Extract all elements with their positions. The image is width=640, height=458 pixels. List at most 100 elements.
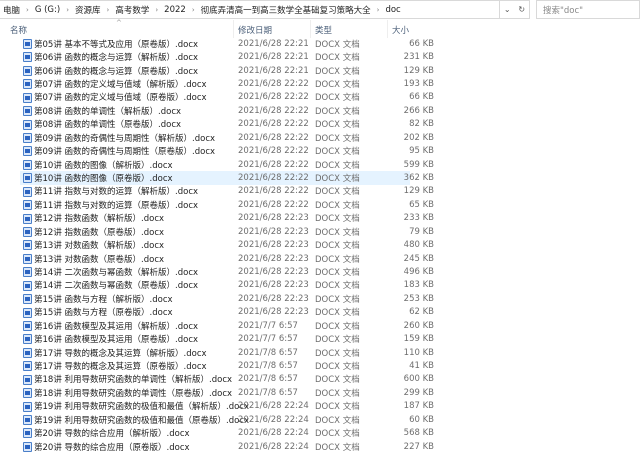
docx-file-icon	[23, 374, 32, 385]
breadcrumb-item[interactable]: G (G:)	[32, 5, 63, 15]
file-size: 480 KB	[403, 240, 434, 251]
file-row[interactable]: 第18讲 利用导数研究函数的单调性（解析版）.docx 2021/7/8 6:5…	[20, 373, 434, 386]
file-type: DOCX 文档	[315, 120, 360, 131]
file-name: 第09讲 函数的奇偶性与周期性（解析版）.docx	[34, 133, 216, 144]
file-row[interactable]: 第20讲 导数的综合应用（原卷版）.docx 2021/6/28 22:24 D…	[20, 440, 434, 453]
file-type: DOCX 文档	[315, 429, 360, 440]
file-row[interactable]: 第16讲 函数模型及其运用（解析版）.docx 2021/7/7 6:57 DO…	[20, 319, 434, 332]
column-size[interactable]: 大小	[392, 24, 409, 36]
file-date: 2021/6/28 22:21	[238, 65, 309, 76]
file-date: 2021/6/28 22:24	[238, 414, 309, 425]
file-row[interactable]: 第07讲 函数的定义域与值域（解析版）.docx 2021/6/28 22:22…	[20, 77, 434, 90]
file-size: 60 KB	[409, 414, 434, 425]
file-row[interactable]: 第20讲 导数的综合应用（解析版）.docx 2021/6/28 22:24 D…	[20, 426, 434, 440]
file-date: 2021/6/28 22:23	[238, 253, 309, 264]
file-date: 2021/6/28 22:22	[238, 199, 309, 210]
file-date: 2021/6/28 22:21	[238, 38, 309, 49]
file-type: DOCX 文档	[315, 93, 360, 104]
file-type: DOCX 文档	[315, 362, 360, 372]
column-divider[interactable]	[310, 20, 311, 38]
docx-file-icon	[23, 52, 32, 63]
search-placeholder: 搜索"doc"	[543, 5, 584, 16]
breadcrumb-item[interactable]: 彻底弄清高一到高三数学全基础复习策略大全	[198, 4, 374, 16]
file-type: DOCX 文档	[315, 308, 360, 319]
chevron-right-icon[interactable]: ›	[189, 6, 198, 14]
file-name: 第15讲 函数与方程（原卷版）.docx	[34, 308, 173, 319]
file-size: 227 KB	[403, 441, 434, 452]
docx-file-icon	[23, 415, 32, 426]
file-date: 2021/6/28 22:23	[238, 213, 309, 224]
chevron-right-icon[interactable]: ›	[23, 6, 32, 14]
file-type: DOCX 文档	[315, 267, 360, 278]
file-row[interactable]: 第09讲 函数的奇偶性与周期性（解析版）.docx 2021/6/28 22:2…	[20, 131, 434, 144]
file-date: 2021/6/28 22:24	[238, 401, 309, 412]
chevron-right-icon[interactable]: ›	[152, 6, 161, 14]
file-row[interactable]: 第11讲 指数与对数的运算（原卷版）.docx 2021/6/28 22:22 …	[20, 198, 434, 211]
file-type: DOCX 文档	[315, 187, 360, 198]
chevron-right-icon[interactable]: ›	[63, 6, 72, 14]
column-header: ^ 名称 修改日期 类型 大小	[0, 19, 640, 38]
file-size: 231 KB	[403, 52, 434, 63]
breadcrumb-item[interactable]: 高考数学	[112, 4, 152, 16]
chevron-right-icon[interactable]: ›	[374, 6, 383, 14]
file-row[interactable]: 第11讲 指数与对数的运算（解析版）.docx 2021/6/28 22:22 …	[20, 185, 434, 198]
breadcrumb-item[interactable]: 电脑	[0, 4, 23, 16]
file-size: 233 KB	[403, 213, 434, 224]
file-row[interactable]: 第15讲 函数与方程（解析版）.docx 2021/6/28 22:23 DOC…	[20, 292, 434, 305]
file-row[interactable]: 第12讲 指数函数（解析版）.docx 2021/6/28 22:23 DOCX…	[20, 212, 434, 225]
file-name: 第07讲 函数的定义域与值域（解析版）.docx	[34, 79, 207, 90]
chevron-down-icon[interactable]: ⌄	[504, 5, 511, 14]
file-row[interactable]: 第05讲 基本不等式及应用（原卷版）.docx 2021/6/28 22:21 …	[20, 37, 434, 50]
file-row[interactable]: 第17讲 导数的概念及其运算（解析版）.docx 2021/7/8 6:57 D…	[20, 346, 434, 359]
file-row[interactable]: 第18讲 利用导数研究函数的单调性（原卷版）.docx 2021/7/8 6:5…	[20, 386, 434, 399]
docx-file-icon	[23, 334, 32, 345]
docx-file-icon	[23, 307, 32, 318]
file-size: 79 KB	[409, 226, 434, 237]
file-date: 2021/6/28 22:22	[238, 186, 309, 197]
file-date: 2021/6/28 22:22	[238, 146, 309, 157]
file-row[interactable]: 第14讲 二次函数与幂函数（解析版）.docx 2021/6/28 22:23 …	[20, 265, 434, 278]
file-size: 266 KB	[403, 105, 434, 116]
chevron-right-icon[interactable]: ›	[104, 6, 113, 14]
file-row[interactable]: 第13讲 对数函数（原卷版）.docx 2021/6/28 22:23 DOCX…	[20, 252, 434, 265]
column-divider[interactable]	[233, 20, 234, 38]
breadcrumb-item[interactable]: doc	[382, 5, 403, 15]
column-divider[interactable]	[387, 20, 388, 38]
refresh-icon[interactable]: ↻	[518, 5, 525, 14]
file-row[interactable]: 第19讲 利用导数研究函数的极值和最值（原卷版）.docx 2021/6/28 …	[20, 413, 434, 426]
sort-ascending-icon: ^	[116, 19, 122, 27]
file-row[interactable]: 第12讲 指数函数（原卷版）.docx 2021/6/28 22:23 DOCX…	[20, 225, 434, 238]
file-row[interactable]: 第09讲 函数的奇偶性与周期性（原卷版）.docx 2021/6/28 22:2…	[20, 144, 434, 157]
file-row[interactable]: 第08讲 函数的单调性（解析版）.docx 2021/6/28 22:22 DO…	[20, 104, 434, 117]
file-row[interactable]: 第07讲 函数的定义域与值域（原卷版）.docx 2021/6/28 22:22…	[20, 91, 434, 104]
docx-file-icon	[23, 119, 32, 130]
file-row[interactable]: 第14讲 二次函数与幂函数（原卷版）.docx 2021/6/28 22:23 …	[20, 279, 434, 292]
file-size: 159 KB	[403, 334, 434, 345]
breadcrumb-item[interactable]: 2022	[161, 5, 189, 15]
breadcrumb-item[interactable]: 资源库	[72, 4, 104, 16]
file-row[interactable]: 第06讲 函数的概念与运算（原卷版）.docx 2021/6/28 22:21 …	[20, 64, 434, 77]
file-row[interactable]: 第10讲 函数的图像（原卷版）.docx 2021/6/28 22:22 DOC…	[20, 171, 434, 185]
file-row[interactable]: 第17讲 导数的概念及其运算（原卷版）.docx 2021/7/8 6:57 D…	[20, 359, 434, 372]
file-name: 第10讲 函数的图像（原卷版）.docx	[34, 173, 173, 184]
column-type[interactable]: 类型	[315, 24, 332, 36]
file-row[interactable]: 第15讲 函数与方程（原卷版）.docx 2021/6/28 22:23 DOC…	[20, 306, 434, 319]
search-input[interactable]: 搜索"doc"	[536, 0, 640, 19]
docx-file-icon	[23, 280, 32, 291]
column-name[interactable]: 名称	[10, 24, 27, 36]
file-date: 2021/7/8 6:57	[238, 361, 298, 371]
file-row[interactable]: 第19讲 利用导数研究函数的极值和最值（解析版）.docx 2021/6/28 …	[20, 400, 434, 413]
address-bar[interactable]: 电脑 › G (G:) › 资源库 › 高考数学 › 2022 › 彻底弄清高一到高三数学全基础复习…	[0, 0, 500, 19]
docx-file-icon	[23, 106, 32, 117]
file-row[interactable]: 第13讲 对数函数（解析版）.docx 2021/6/28 22:23 DOCX…	[20, 238, 434, 251]
file-name: 第17讲 导数的概念及其运算（原卷版）.docx	[34, 362, 207, 372]
file-row[interactable]: 第06讲 函数的概念与运算（解析版）.docx 2021/6/28 22:21 …	[20, 50, 434, 63]
file-type: DOCX 文档	[315, 388, 360, 399]
file-row[interactable]: 第10讲 函数的图像（解析版）.docx 2021/6/28 22:22 DOC…	[20, 158, 434, 171]
file-name: 第16讲 函数模型及其运用（解析版）.docx	[34, 321, 199, 332]
file-row[interactable]: 第16讲 函数模型及其运用（原卷版）.docx 2021/7/7 6:57 DO…	[20, 332, 434, 345]
file-row[interactable]: 第08讲 函数的单调性（原卷版）.docx 2021/6/28 22:22 DO…	[20, 118, 434, 131]
file-name: 第19讲 利用导数研究函数的极值和最值（原卷版）.docx	[34, 415, 250, 426]
file-date: 2021/6/28 22:23	[238, 240, 309, 251]
column-date[interactable]: 修改日期	[238, 24, 272, 36]
